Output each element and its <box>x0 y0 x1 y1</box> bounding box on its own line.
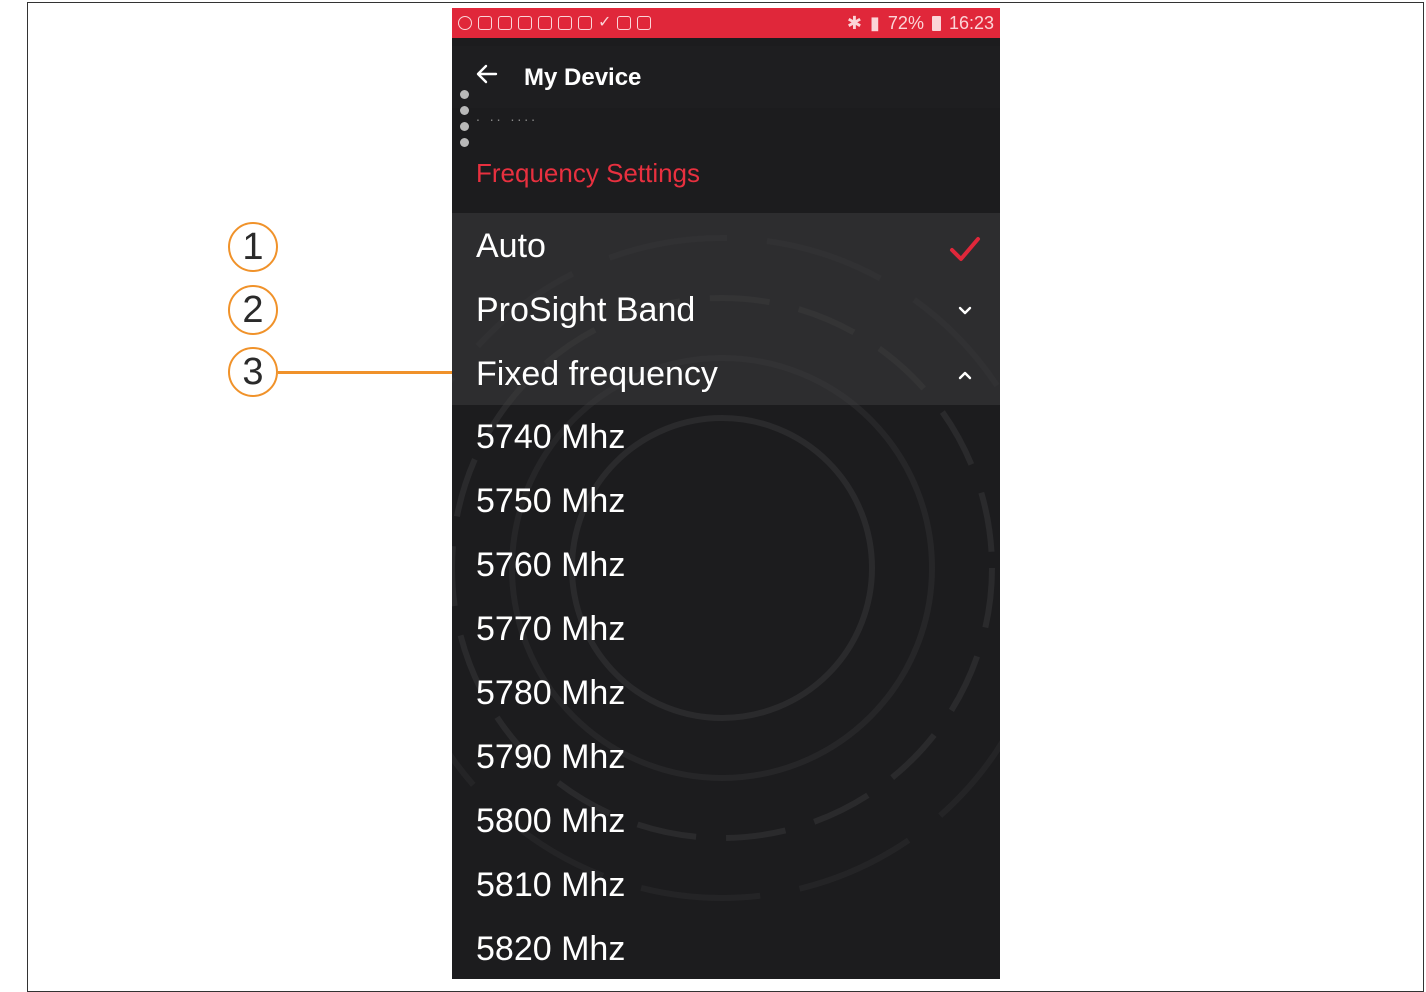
option-prosight-band[interactable]: ProSight Band <box>452 277 1000 341</box>
bluetooth-icon: ✱ <box>846 12 863 33</box>
frequency-item-5780[interactable]: 5780 Mhz <box>476 674 625 713</box>
frequency-options: Auto ProSight Band Fixed frequency <box>452 213 1000 405</box>
phone-screen: ✓ ✱ ▮ 72% 16:23 My Device . .. .... Freq… <box>452 8 1000 979</box>
arrow-left-icon[interactable] <box>474 61 500 87</box>
checkmark-icon <box>950 237 980 261</box>
obscured-text: . .. .... <box>476 108 539 124</box>
chevron-up-icon[interactable] <box>956 368 974 382</box>
photo-icon <box>617 16 632 30</box>
page-title: My Device <box>524 64 642 91</box>
callout-1: 1 <box>228 222 278 272</box>
frequency-item-5740[interactable]: 5740 Mhz <box>476 418 625 457</box>
callout-2: 2 <box>228 285 278 335</box>
option-label: Fixed frequency <box>476 355 718 393</box>
notification-icons: ✓ <box>458 14 652 31</box>
gallery-icon <box>637 16 652 30</box>
battery-percent: 72% <box>887 12 924 33</box>
alarm-icon <box>458 16 472 30</box>
frequency-item-5750[interactable]: 5750 Mhz <box>476 482 625 521</box>
status-right: ✱ ▮ 72% 16:23 <box>847 13 994 34</box>
frequency-item-5820[interactable]: 5820 Mhz <box>476 930 625 969</box>
option-label: ProSight Band <box>476 291 696 329</box>
frequency-item-5800[interactable]: 5800 Mhz <box>476 802 625 841</box>
more-dots-icon[interactable] <box>460 90 470 154</box>
callout-3-leader <box>278 371 468 374</box>
chevron-down-icon[interactable] <box>956 304 974 318</box>
message-icon <box>498 16 512 30</box>
frequency-item-5760[interactable]: 5760 Mhz <box>476 546 625 585</box>
signal-icon: ▮ <box>870 12 880 33</box>
option-label: Auto <box>476 227 546 265</box>
image-icon <box>478 16 492 30</box>
option-fixed-frequency[interactable]: Fixed frequency <box>452 341 1000 405</box>
section-title: Frequency Settings <box>476 158 701 188</box>
lock-icon <box>578 16 592 30</box>
clock: 16:23 <box>948 12 994 33</box>
frequency-item-5770[interactable]: 5770 Mhz <box>476 610 625 649</box>
lock-icon <box>558 16 572 30</box>
frequency-item-5790[interactable]: 5790 Mhz <box>476 738 625 777</box>
callout-3: 3 <box>228 347 278 397</box>
frequency-item-5810[interactable]: 5810 Mhz <box>476 866 625 905</box>
battery-icon <box>931 15 941 31</box>
lock-icon <box>538 16 552 30</box>
check-icon: ✓ <box>598 14 612 31</box>
option-auto[interactable]: Auto <box>452 213 1000 277</box>
app-bar: My Device <box>452 46 1000 108</box>
lock-icon <box>518 16 532 30</box>
status-bar: ✓ ✱ ▮ 72% 16:23 <box>452 8 1000 38</box>
